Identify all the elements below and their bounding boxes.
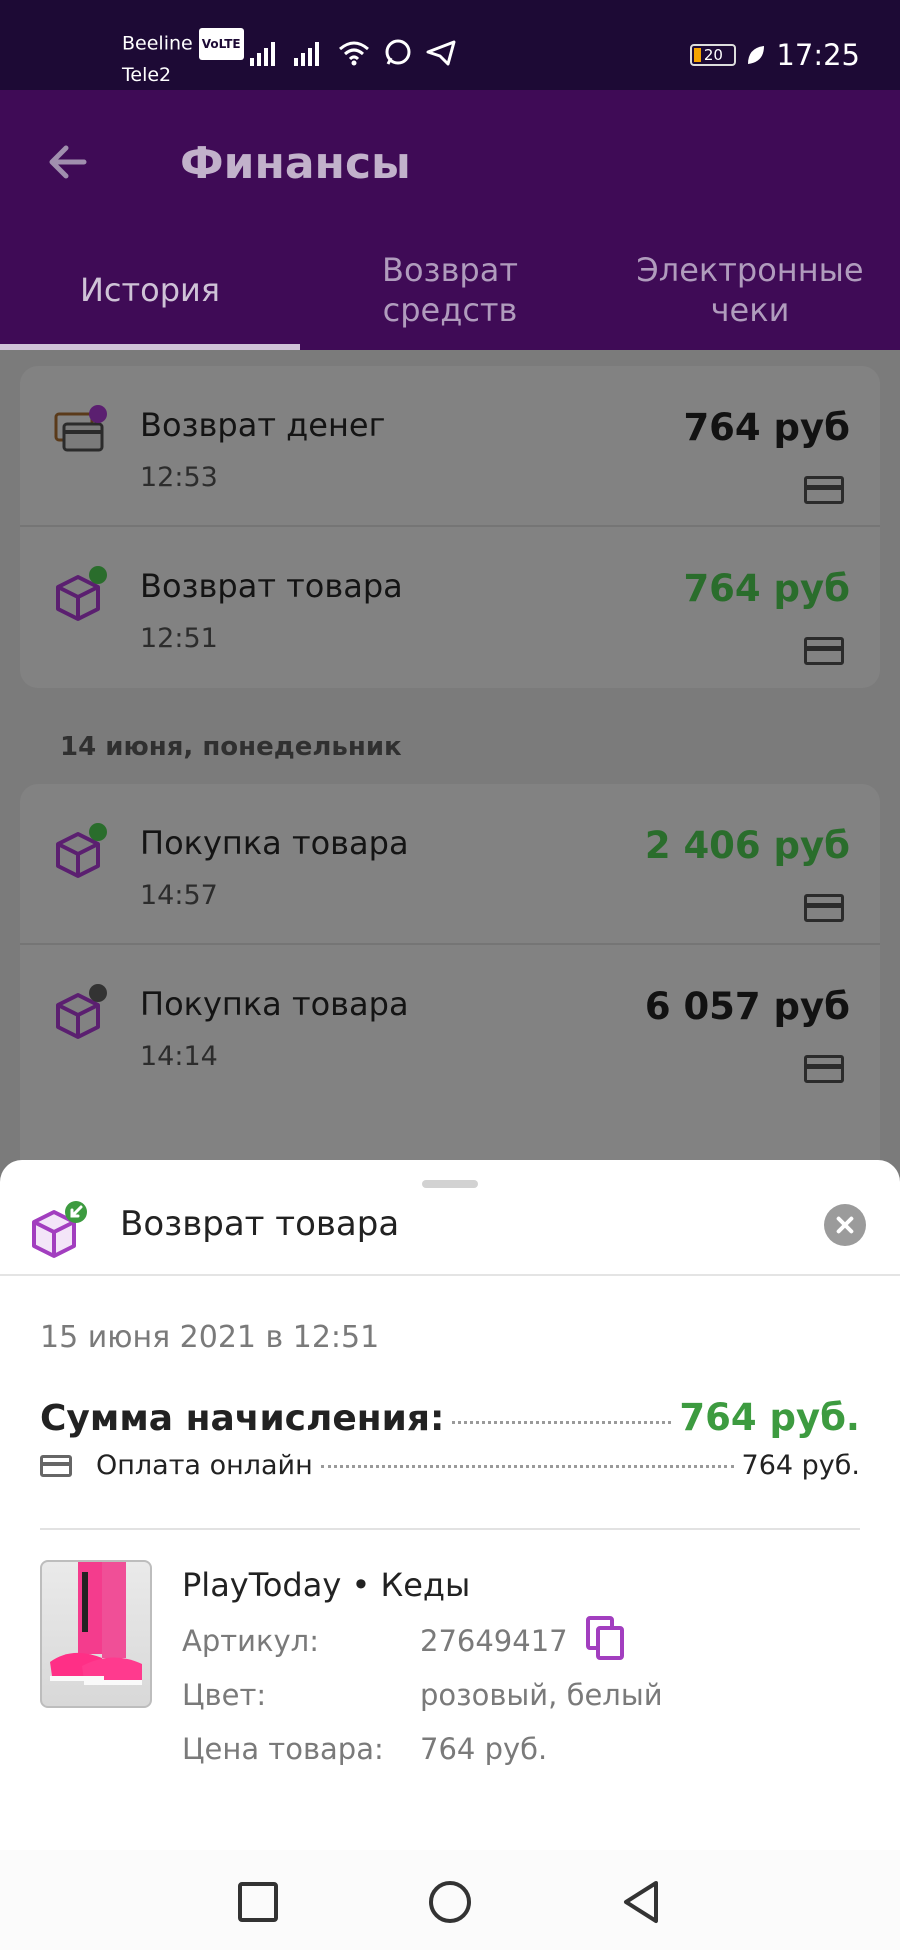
history-card: Покупка товара 14:57 2 406 руб Покупка т… [20,784,880,1204]
leaf-icon [748,46,765,64]
tab-history[interactable]: История [0,270,300,310]
transaction-details-sheet: Возврат товара 15 июня 2021 в 12:51 Сумм… [0,1160,900,1850]
list-item[interactable]: Покупка товара 14:14 6 057 руб [20,945,880,1106]
article-value: 27649417 [420,1624,568,1658]
item-title: Покупка товара [140,985,409,1023]
divider [0,1274,900,1276]
item-time: 14:57 [140,880,218,911]
payment-label: Оплата онлайн [96,1450,313,1481]
close-button[interactable] [824,1204,866,1246]
copy-icon[interactable] [586,1616,626,1660]
item-time: 14:14 [140,1041,218,1072]
carrier-1: Beeline [122,32,193,55]
card-icon [804,894,844,922]
signal-icon [250,42,275,66]
package-return-icon [32,1201,87,1258]
payment-value: 764 руб. [741,1450,860,1481]
package-purchase-icon [56,984,107,1039]
clock: 17:25 [776,38,860,72]
telegram-icon [426,40,456,66]
price-value: 764 руб. [420,1732,548,1766]
package-return-icon [56,823,107,878]
package-return-icon [56,566,107,621]
carrier-2: Tele2 [122,64,172,86]
sum-label: Сумма начисления: [40,1398,445,1439]
sheet-drag-handle[interactable] [422,1180,478,1188]
payment-row: Оплата онлайн 764 руб. [40,1450,860,1481]
status-right: 20 17:25 [690,38,860,72]
list-item[interactable]: Возврат товара 12:51 764 руб [20,527,880,688]
recent-apps-icon[interactable] [230,1874,286,1930]
product-name: PlayToday • Кеды [182,1566,471,1604]
sheet-title: Возврат товара [120,1204,400,1244]
item-amount: 2 406 руб [644,824,850,867]
card-icon [804,1055,844,1083]
item-time: 12:53 [140,462,218,493]
item-time: 12:51 [140,623,218,654]
price-label: Цена товара: [182,1732,384,1766]
card-icon [40,1454,72,1477]
tab-refunds[interactable]: Возврат средств [300,250,600,330]
dot-leader [452,1421,672,1424]
signal-icon-2 [294,42,319,66]
page-title: Финансы [180,138,411,189]
list-item[interactable]: Возврат денег 12:53 764 руб [20,366,880,527]
wifi-icon [339,41,369,66]
color-label: Цвет: [182,1678,267,1712]
item-amount: 764 руб [683,406,850,449]
transaction-date: 15 июня 2021 в 12:51 [40,1320,380,1355]
sum-row: Сумма начисления: 764 руб. [40,1396,860,1439]
product-thumbnail[interactable] [40,1560,152,1708]
list-item[interactable]: Покупка товара 14:57 2 406 руб [20,784,880,945]
history-card: Возврат денег 12:53 764 руб Возврат това… [20,366,880,688]
item-amount: 764 руб [683,567,850,610]
product-image [50,1562,142,1685]
money-refund-icon [54,405,107,452]
item-title: Покупка товара [140,824,409,862]
back-icon[interactable] [614,1874,670,1930]
tab-receipts[interactable]: Электронные чеки [600,250,900,330]
carrier-info: Beeline VoLTE Tele2 [122,28,244,90]
whatsapp-icon [385,39,411,65]
card-icon [804,637,844,665]
item-title: Возврат денег [140,406,386,444]
back-arrow-icon[interactable] [44,138,92,186]
item-title: Возврат товара [140,567,403,605]
battery-icon: 20 [690,44,737,66]
volte-badge: VoLTE [198,28,244,60]
dot-leader [320,1465,734,1468]
status-icons [250,38,456,66]
item-amount: 6 057 руб [644,985,850,1028]
divider [40,1528,860,1530]
app-bar: Финансы История Возврат средств Электронн… [0,90,900,350]
color-value: розовый, белый [420,1678,663,1712]
date-header: 14 июня, понедельник [60,732,402,762]
sum-value: 764 руб. [679,1396,860,1439]
system-nav-bar [0,1850,900,1950]
article-label: Артикул: [182,1624,319,1658]
home-icon[interactable] [422,1874,478,1930]
status-bar: Beeline VoLTE Tele2 20 17:25 [0,0,900,90]
card-icon [804,476,844,504]
